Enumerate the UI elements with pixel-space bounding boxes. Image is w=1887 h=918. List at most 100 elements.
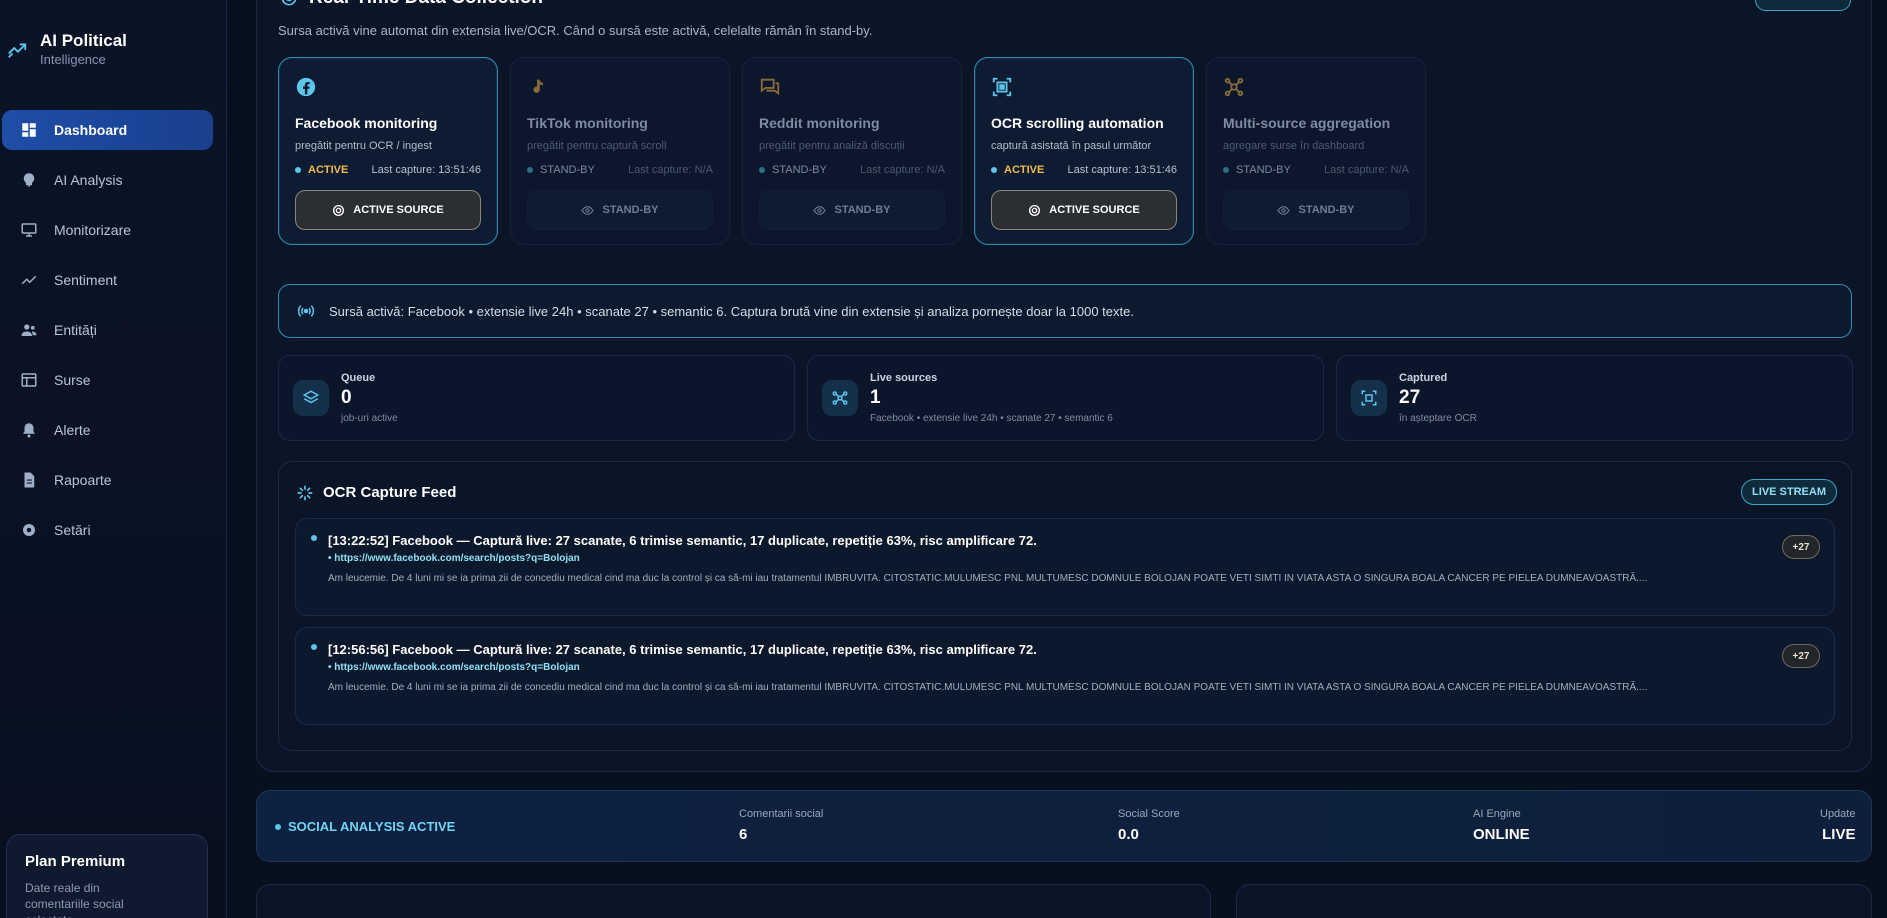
distribution-panel (1236, 884, 1872, 918)
trend-icon (21, 275, 37, 285)
plan-text: Date reale din comentariile social colec… (25, 881, 124, 918)
status-pill[interactable] (1755, 0, 1851, 11)
stat-sub: job-uri active (341, 413, 398, 424)
eye-icon (1277, 205, 1291, 215)
nav-label: Rapoarte (54, 472, 112, 488)
source-card-tiktok[interactable]: TikTok monitoring pregătit pentru captur… (510, 57, 730, 245)
last-capture: Last capture: N/A (860, 164, 945, 176)
source-cards: Facebook monitoring pregătit pentru OCR … (278, 57, 1426, 245)
feed-item-text: Am leucemie. De 4 luni mi se ia prima zi… (328, 573, 1648, 584)
nav-label: Entități (54, 322, 97, 338)
feed-item-link[interactable]: • https://www.facebook.com/search/posts?… (328, 662, 1818, 673)
banner-text: Sursă activă: Facebook • extensie live 2… (329, 303, 1134, 319)
card-status: STAND-BY Last capture: N/A (527, 164, 713, 176)
nav-item-monitorizare[interactable]: Monitorizare (2, 210, 213, 250)
card-title: Facebook monitoring (295, 115, 438, 131)
feed-dot (311, 535, 317, 541)
main-content: Real-Time Data Collection Sursa activă v… (256, 0, 1872, 918)
collection-subtitle: Sursa activă vine automat din extensia l… (278, 23, 873, 38)
count-badge: +27 (1782, 535, 1820, 559)
social-status: SOCIAL ANALYSIS ACTIVE (275, 819, 455, 834)
last-capture: Last capture: N/A (628, 164, 713, 176)
stat-value: 1 (870, 387, 881, 408)
nav-label: Monitorizare (54, 222, 132, 238)
live-stream-pill[interactable]: LIVE STREAM (1741, 479, 1837, 505)
stats-row: Queue 0 job-uri active Live sources 1 Fa… (278, 355, 1853, 441)
nav-item-rapoarte[interactable]: Rapoarte (2, 460, 213, 500)
nav-label: Alerte (54, 422, 91, 438)
nav-label: Surse (54, 372, 91, 388)
card-title: OCR scrolling automation (991, 115, 1164, 131)
radio-target-icon (333, 204, 345, 216)
card-desc: agregare surse în dashboard (1223, 140, 1365, 152)
layers-icon (302, 390, 320, 404)
feed-item-title: [13:22:52] Facebook — Captură live: 27 s… (328, 533, 1037, 548)
stat-sub: Facebook • extensie live 24h • scanate 2… (870, 413, 1113, 424)
active-source-button[interactable]: ACTIVE SOURCE (991, 190, 1177, 230)
nav-label: Dashboard (54, 122, 128, 138)
nav-label: Setări (54, 522, 91, 538)
card-title: Multi-source aggregation (1223, 115, 1391, 131)
sidebar: AI Political Intelligence Dashboard AI A… (0, 0, 227, 918)
radio-target-icon (1029, 204, 1041, 216)
card-status: STAND-BY Last capture: N/A (759, 164, 945, 176)
capture-icon (1361, 390, 1377, 406)
card-title: Reddit monitoring (759, 115, 880, 131)
active-source-banner: Sursă activă: Facebook • extensie live 2… (278, 284, 1852, 338)
stat-label: Captured (1399, 372, 1448, 384)
stat-live-sources: Live sources 1 Facebook • extensie live … (807, 355, 1324, 441)
feed-item[interactable]: [12:56:56] Facebook — Captură live: 27 s… (295, 627, 1835, 725)
metric-social-score: Social Score 0.0 (1118, 808, 1180, 843)
source-card-ocr[interactable]: OCR scrolling automation captură asistat… (974, 57, 1194, 245)
nav-item-surse[interactable]: Surse (2, 360, 213, 400)
scan-icon (992, 77, 1012, 97)
status-dot (275, 823, 281, 830)
metric-comentarii: Comentarii social 6 (739, 808, 824, 843)
status-dot (295, 167, 301, 173)
standby-button[interactable]: STAND-BY (759, 190, 945, 230)
card-status: ACTIVE Last capture: 13:51:46 (295, 164, 481, 176)
nav-item-dashboard[interactable]: Dashboard (2, 110, 213, 150)
status-dot (1223, 167, 1229, 173)
bell-icon (23, 423, 35, 438)
feed-item[interactable]: [13:22:52] Facebook — Captură live: 27 s… (295, 518, 1835, 616)
status-dot (759, 167, 765, 173)
standby-button[interactable]: STAND-BY (527, 190, 713, 230)
brand[interactable]: AI Political Intelligence (6, 30, 127, 68)
source-card-facebook[interactable]: Facebook monitoring pregătit pentru OCR … (278, 57, 498, 245)
stat-value: 0 (341, 387, 352, 408)
stat-label: Live sources (870, 372, 938, 384)
nav-label: AI Analysis (54, 172, 123, 188)
nav-item-ai-analysis[interactable]: AI Analysis (2, 160, 213, 200)
count-badge: +27 (1782, 644, 1820, 668)
card-status: STAND-BY Last capture: N/A (1223, 164, 1409, 176)
brain-icon (23, 173, 35, 187)
standby-button[interactable]: STAND-BY (1223, 190, 1409, 230)
plan-card[interactable]: Plan Premium Date reale din comentariile… (6, 834, 208, 918)
eye-icon (581, 205, 595, 215)
feed-title: OCR Capture Feed (297, 484, 456, 501)
active-source-button[interactable]: ACTIVE SOURCE (295, 190, 481, 230)
last-capture: Last capture: N/A (1324, 164, 1409, 176)
status-label: STAND-BY (540, 164, 595, 176)
nav-item-sentiment[interactable]: Sentiment (2, 260, 213, 300)
nav-item-entitati[interactable]: Entități (2, 310, 213, 350)
spinner-icon (297, 485, 313, 500)
card-desc: pregătit pentru analiză discuții (759, 140, 905, 152)
feed-item-text: Am leucemie. De 4 luni mi se ia prima zi… (328, 682, 1648, 693)
last-capture: Last capture: 13:51:46 (371, 164, 481, 176)
facebook-icon (296, 77, 316, 97)
feed-dot (311, 644, 317, 650)
nav-label: Sentiment (54, 272, 118, 288)
nav-item-alerte[interactable]: Alerte (2, 410, 213, 450)
feed-item-link[interactable]: • https://www.facebook.com/search/posts?… (328, 553, 1818, 564)
dashboard-icon (22, 123, 36, 137)
stat-captured: Captured 27 în așteptare OCR (1336, 355, 1853, 441)
nav-item-setari[interactable]: Setări (2, 510, 213, 550)
source-card-reddit[interactable]: Reddit monitoring pregătit pentru analiz… (742, 57, 962, 245)
monitor-icon (21, 223, 37, 237)
stat-sub: în așteptare OCR (1399, 413, 1477, 424)
broadcast-icon (297, 305, 315, 317)
source-card-multi-source[interactable]: Multi-source aggregation agregare surse … (1206, 57, 1426, 245)
last-capture: Last capture: 13:51:46 (1067, 164, 1177, 176)
